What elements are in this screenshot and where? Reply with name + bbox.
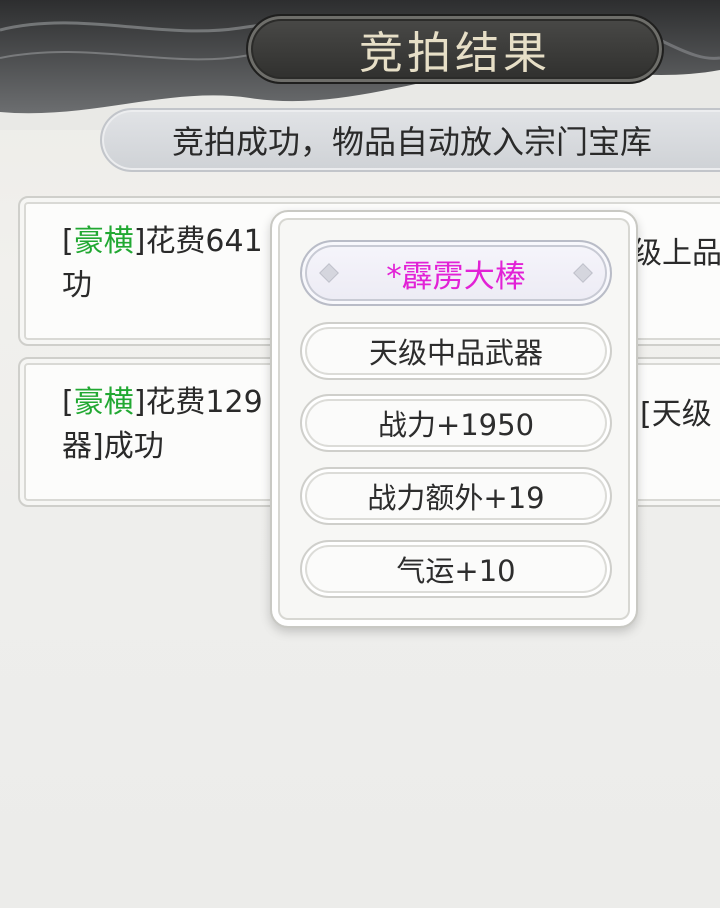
page-title: 竞拍结果 (359, 28, 551, 79)
tag-bracket-open: [ (62, 224, 74, 259)
item-name: *霹雳大棒 (386, 258, 526, 295)
player-tag: 豪横 (73, 385, 134, 420)
diamond-ornament-icon (573, 263, 593, 283)
log-text: 花费129 (145, 385, 263, 420)
tag-bracket-close: ] (133, 385, 146, 420)
log-text-fragment: 级上品 (632, 236, 720, 271)
tag-bracket-close: ] (133, 224, 146, 259)
tag-bracket-open: [ (62, 385, 74, 420)
log-text-fragment: [天级 (640, 397, 712, 432)
diamond-ornament-icon (319, 263, 339, 283)
item-grade-plate: 天级中品武器 (300, 322, 612, 380)
item-name-plate: *霹雳大棒 (300, 240, 612, 306)
item-stat-plate: 战力+1950 (300, 394, 612, 452)
page-title-plate: 竞拍结果 (246, 14, 664, 84)
item-stat: 战力额外+19 (367, 481, 545, 515)
notice-banner: 竞拍成功，物品自动放入宗门宝库 (100, 108, 720, 172)
item-stat-plate: 气运+10 (300, 540, 612, 598)
item-stat: 战力+1950 (377, 408, 535, 442)
item-grade: 天级中品武器 (368, 336, 543, 370)
item-detail-popup[interactable]: *霹雳大棒 天级中品武器 战力+1950 战力额外+19 气运+10 (270, 210, 638, 628)
player-tag: 豪横 (73, 224, 134, 259)
notice-text: 竞拍成功，物品自动放入宗门宝库 (172, 123, 653, 161)
log-text: 花费641 (145, 224, 263, 259)
item-stat-plate: 战力额外+19 (300, 467, 612, 525)
item-stat: 气运+10 (396, 554, 516, 588)
